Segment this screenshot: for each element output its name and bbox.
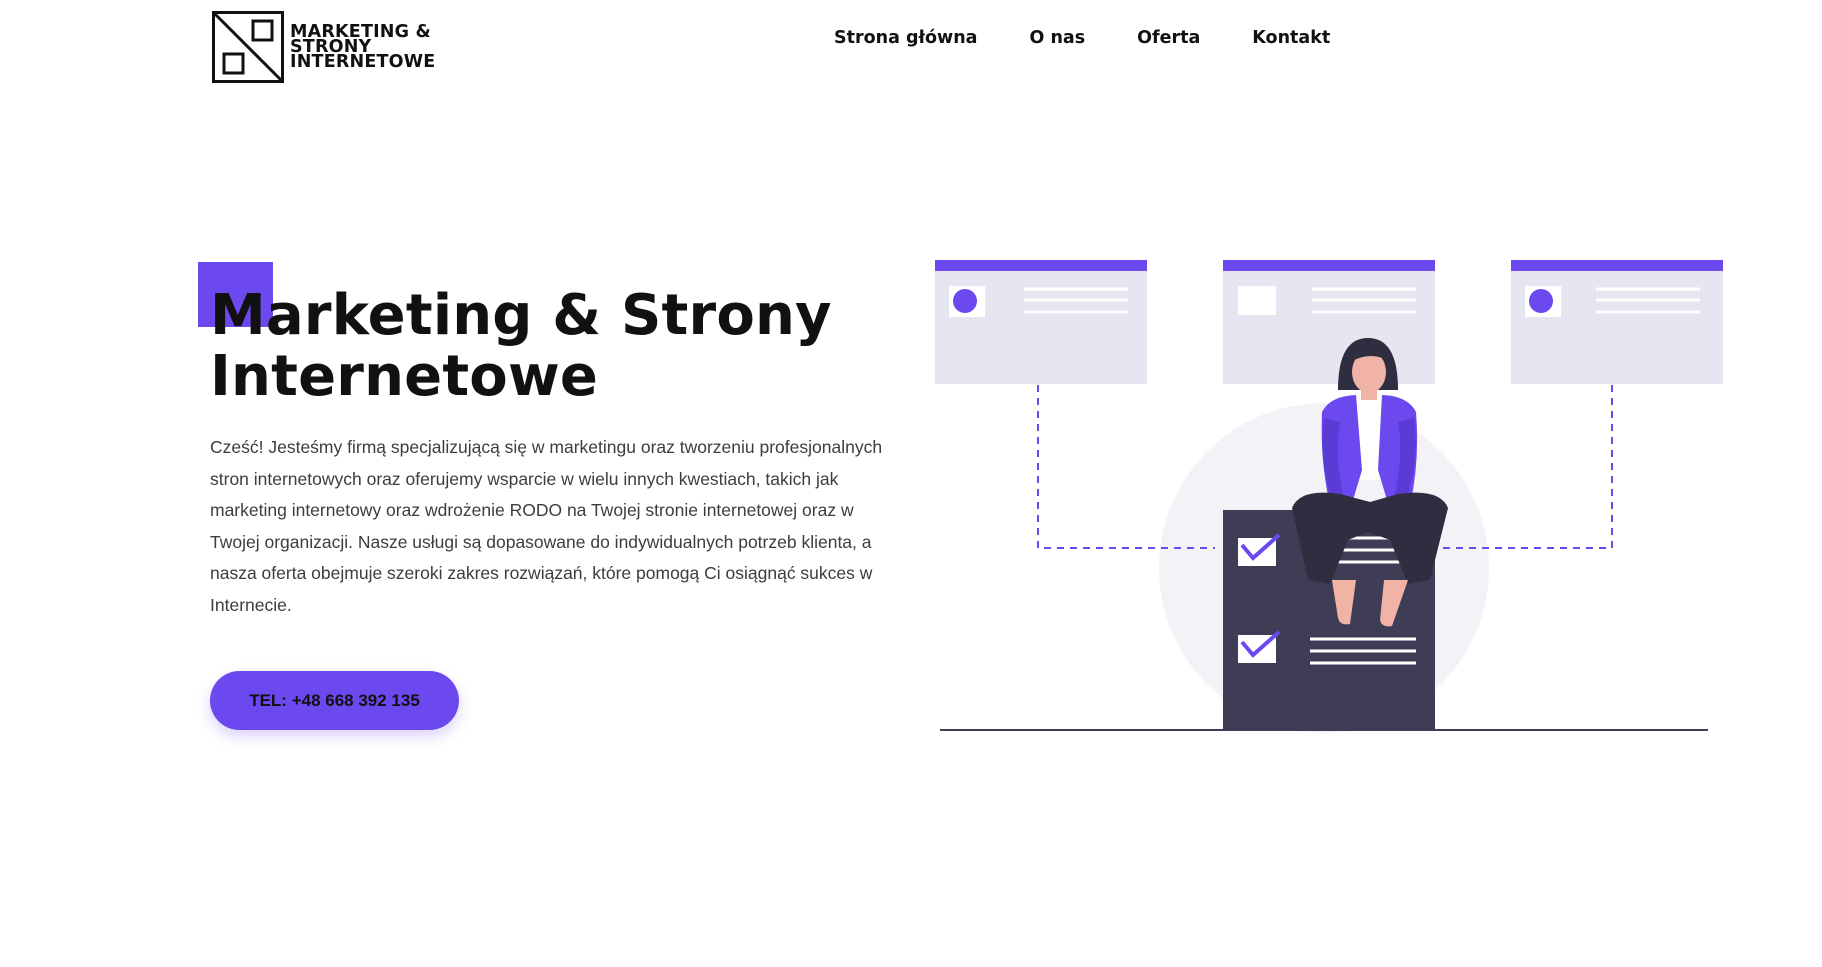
- nav-link-home[interactable]: Strona główna: [834, 28, 977, 48]
- hero-title: Marketing & Strony Internetowe: [210, 285, 832, 407]
- nav-link-about[interactable]: O nas: [1029, 28, 1085, 48]
- hero-description: Cześć! Jesteśmy firmą specjalizującą się…: [210, 437, 883, 615]
- logo-icon: [212, 11, 284, 83]
- hero-illustration: [935, 260, 1723, 733]
- logo-text: MARKETING & STRONY INTERNETOWE: [290, 23, 436, 72]
- logo[interactable]: MARKETING & STRONY INTERNETOWE: [212, 11, 435, 83]
- site-header: MARKETING & STRONY INTERNETOWE Strona gł…: [0, 0, 1822, 100]
- browser-card-icon: [935, 260, 1147, 384]
- hero-title-line: Marketing & Strony: [210, 283, 832, 348]
- browser-card-icon: [1511, 260, 1723, 384]
- hero-title-line: Internetowe: [210, 344, 599, 409]
- phone-cta-button[interactable]: TEL: +48 668 392 135: [210, 671, 459, 730]
- nav-link-contact[interactable]: Kontakt: [1252, 28, 1330, 48]
- main-nav: Strona główna O nas Oferta Kontakt: [834, 28, 1330, 48]
- logo-text-line: INTERNETOWE: [290, 51, 436, 72]
- nav-link-offer[interactable]: Oferta: [1137, 28, 1200, 48]
- browser-card-icon: [1223, 260, 1435, 384]
